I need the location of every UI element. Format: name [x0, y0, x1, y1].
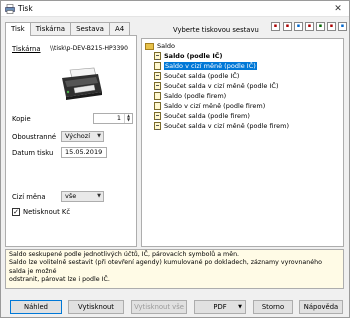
tab-tiskarna[interactable]: Tiskárna	[29, 22, 72, 35]
report-doc-icon	[154, 62, 161, 70]
duplex-select[interactable]: Výchozí ▼	[61, 131, 104, 142]
tab-a4[interactable]: A4	[108, 22, 131, 35]
copies-value: 1	[116, 114, 121, 122]
report-doc-icon	[154, 82, 161, 90]
printer-app-icon	[5, 4, 15, 14]
print-settings-panel: Tiskárna \\tisk\p-DEV-B215-HP3390 Kopie …	[5, 35, 137, 247]
report-icon-6[interactable]: ▪	[327, 22, 336, 31]
date-label: Datum tisku	[12, 149, 54, 157]
no-print-checkbox[interactable]: ✓	[12, 208, 20, 216]
report-icon-4[interactable]: ▪	[305, 22, 314, 31]
tree-item-soucet-ic[interactable]: Součet salda (podle IČ)	[154, 72, 239, 81]
report-icon-5[interactable]: ▪	[316, 22, 325, 31]
tab-bar: Tisk Tiskárna Sestava A4	[5, 22, 131, 36]
report-icon-1[interactable]: ▪	[271, 22, 280, 31]
no-print-label[interactable]: Netisknout Kč	[23, 208, 70, 216]
duplex-label: Oboustranné	[12, 133, 57, 141]
tab-sestava[interactable]: Sestava	[70, 22, 110, 35]
report-description: Saldo seskupené podle jednotlivých účtů,…	[5, 249, 344, 289]
duplex-value: Výchozí	[65, 132, 91, 140]
report-panel-title: Vyberte tiskovou sestavu	[173, 26, 259, 34]
print-dialog: Tisk ✕ Tisk Tiskárna Sestava A4 Tiskárna…	[0, 0, 350, 318]
pdf-button[interactable]: PDF ▼	[194, 300, 246, 314]
report-icon-2[interactable]: ▪	[283, 22, 292, 31]
currency-select[interactable]: vše ▼	[61, 191, 104, 202]
spin-arrows-icon[interactable]: ▲ ▼	[124, 114, 132, 123]
printer-label[interactable]: Tiskárna	[12, 45, 41, 53]
tree-item-saldo-firmy[interactable]: Saldo (podle firem)	[154, 92, 226, 101]
report-doc-icon	[154, 102, 161, 110]
tree-root-saldo[interactable]: Saldo	[145, 42, 175, 51]
tree-item-soucet-firmy[interactable]: Součet salda (podle firem)	[154, 112, 250, 121]
tab-tisk[interactable]: Tisk	[5, 22, 31, 36]
tree-item-soucet-cizi-firmy[interactable]: Součet salda v cizí měně (podle firem)	[154, 122, 289, 131]
report-selection-panel: Vyberte tiskovou sestavu ▪ ▪ ▪ ▪ ▪ ▪ ▪ S…	[141, 19, 347, 247]
tree-item-soucet-cizi-ic[interactable]: Součet salda v cizí měně (podle IČ)	[154, 82, 278, 91]
tree-item-saldo-cizi-firmy[interactable]: Saldo v cizí měně (podle firem)	[154, 102, 265, 111]
chevron-down-icon: ▼	[97, 193, 101, 199]
description-line: Saldo lze volitelně sestavit (při otevře…	[9, 259, 322, 275]
report-doc-icon	[154, 112, 161, 120]
printer-name: \\tisk\p-DEV-B215-HP3390	[50, 45, 128, 52]
tree-item-saldo-ic[interactable]: Saldo (podle IČ)	[154, 52, 222, 61]
close-icon[interactable]: ✕	[331, 3, 345, 15]
printer-icon	[62, 67, 102, 100]
title-bar: Tisk ✕	[1, 1, 349, 17]
report-doc-icon	[154, 122, 161, 130]
folder-icon	[145, 43, 154, 50]
report-doc-icon	[154, 72, 161, 80]
print-all-button[interactable]: Vytisknout vše	[131, 300, 187, 314]
date-field[interactable]: 15.05.2019	[61, 147, 107, 158]
report-icon-3[interactable]: ▪	[294, 22, 303, 31]
report-doc-icon	[154, 92, 161, 100]
tree-item-saldo-cizi-ic[interactable]: Saldo v cizí měně (podle IČ)	[154, 62, 257, 71]
chevron-down-icon[interactable]: ▼	[238, 301, 242, 313]
print-button[interactable]: Vytisknout	[68, 300, 124, 314]
chevron-down-icon: ▼	[97, 133, 101, 139]
report-tree: Saldo Saldo (podle IČ) Saldo v cizí měně…	[141, 38, 344, 247]
report-icon-7[interactable]: ▪	[338, 22, 347, 31]
help-button[interactable]: Nápověda	[299, 300, 343, 314]
window-title: Tisk	[18, 4, 33, 13]
copies-stepper[interactable]: 1 ▲ ▼	[93, 113, 133, 124]
date-value: 15.05.2019	[65, 148, 103, 156]
description-line: odstranit, párovat lze i podle IČ.	[9, 275, 110, 283]
preview-button[interactable]: Náhled	[10, 300, 62, 314]
currency-label: Cizí měna	[12, 193, 46, 201]
copies-label: Kopie	[12, 115, 31, 123]
currency-value: vše	[65, 192, 77, 200]
report-doc-icon	[154, 52, 161, 60]
cancel-button[interactable]: Storno	[253, 300, 293, 314]
